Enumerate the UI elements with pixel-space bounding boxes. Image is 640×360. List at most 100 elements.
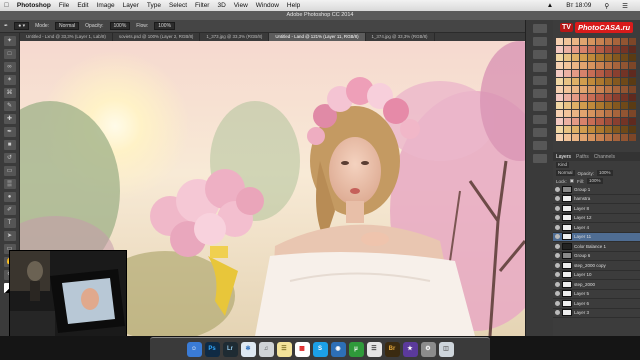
lock-icon[interactable]: ▣ [570, 178, 574, 184]
visibility-eye-icon[interactable] [555, 253, 560, 259]
layer-kind-select[interactable]: Kind [556, 162, 570, 168]
menu-filter[interactable]: Filter [195, 2, 209, 9]
swatch[interactable] [612, 78, 620, 85]
swatch[interactable] [612, 126, 620, 133]
swatch[interactable] [572, 70, 580, 77]
opacity-input[interactable]: 100% [109, 22, 131, 30]
swatch[interactable] [580, 102, 588, 109]
swatch[interactable] [556, 102, 564, 109]
swatch[interactable] [620, 86, 628, 93]
visibility-eye-icon[interactable] [555, 243, 560, 249]
visibility-eye-icon[interactable] [555, 300, 560, 306]
swatch[interactable] [564, 78, 572, 85]
swatch[interactable] [572, 102, 580, 109]
swatch[interactable] [580, 110, 588, 117]
tab-channels[interactable]: Channels [594, 154, 615, 160]
swatch[interactable] [564, 86, 572, 93]
swatch[interactable] [556, 94, 564, 101]
swatch[interactable] [572, 110, 580, 117]
visibility-eye-icon[interactable] [555, 262, 560, 268]
swatch[interactable] [572, 94, 580, 101]
swatch[interactable] [604, 54, 612, 61]
menu-view[interactable]: View [234, 2, 248, 9]
clone-source-icon[interactable] [532, 63, 547, 72]
layer-row[interactable]: Layer 4 [553, 223, 640, 233]
swatch[interactable] [564, 118, 572, 125]
notes-icon[interactable]: ☰ [276, 341, 292, 357]
type-tool-icon[interactable]: T [3, 218, 16, 228]
flow-input[interactable]: 100% [154, 22, 176, 30]
layer-row[interactable]: hamstra [553, 195, 640, 204]
swatch[interactable] [620, 78, 628, 85]
swatch[interactable] [620, 110, 628, 117]
styles-panel-icon[interactable] [532, 115, 547, 124]
visibility-eye-icon[interactable] [555, 215, 560, 221]
navigator-panel-icon[interactable] [532, 154, 547, 163]
move-tool-icon[interactable]: ✦ [3, 36, 16, 46]
swatch[interactable] [612, 46, 620, 53]
swatch[interactable] [556, 134, 564, 141]
search-icon[interactable]: ⚲ [604, 2, 609, 10]
character-panel-icon[interactable] [532, 76, 547, 85]
visibility-eye-icon[interactable] [555, 196, 560, 202]
layer-row[interactable]: Layer 5 [553, 290, 640, 299]
layer-row[interactable]: Group 1 [553, 185, 640, 195]
layer-row[interactable]: Group 6 [553, 252, 640, 261]
swatch[interactable] [628, 118, 636, 125]
swatch[interactable] [620, 134, 628, 141]
crop-tool-icon[interactable]: ⌘ [3, 88, 16, 98]
swatch[interactable] [612, 86, 620, 93]
swatch[interactable] [588, 94, 596, 101]
swatch[interactable] [564, 94, 572, 101]
clock[interactable]: Вт 18:09 [566, 2, 591, 9]
blend-mode-select[interactable]: Normal [556, 170, 575, 176]
swatch[interactable] [588, 46, 596, 53]
swatch[interactable] [564, 102, 572, 109]
menu-layer[interactable]: Layer [123, 2, 139, 9]
swatch[interactable] [596, 38, 604, 45]
safari-icon[interactable]: ✻ [240, 341, 256, 357]
tab-layers[interactable]: Layers [556, 154, 571, 160]
visibility-eye-icon[interactable] [555, 205, 560, 211]
actions-panel-icon[interactable] [532, 37, 547, 46]
swatch[interactable] [620, 126, 628, 133]
calendar-icon[interactable]: ▩ [294, 341, 310, 357]
visibility-eye-icon[interactable] [555, 186, 560, 192]
swatch[interactable] [572, 78, 580, 85]
apple-icon[interactable]:  [4, 2, 9, 9]
swatch[interactable] [604, 134, 612, 141]
swatch[interactable] [556, 70, 564, 77]
doc-tab-active[interactable]: Untitled - Land @ 121% (Layer 11, RGB/8) [269, 33, 366, 41]
pen-tool-icon[interactable]: ✐ [3, 205, 16, 215]
eraser-tool-icon[interactable]: ▭ [3, 166, 16, 176]
swatch[interactable] [588, 110, 596, 117]
layer-row[interactable]: Layer 3 [553, 309, 640, 318]
layer-row[interactable]: Layer 12 [553, 214, 640, 223]
swatch[interactable] [612, 54, 620, 61]
swatch[interactable] [564, 62, 572, 69]
swatch[interactable] [628, 134, 636, 141]
swatch[interactable] [628, 78, 636, 85]
swatch[interactable] [564, 110, 572, 117]
bridge-icon[interactable]: Br [384, 341, 400, 357]
lightroom-icon[interactable]: Lr [222, 341, 238, 357]
swatch[interactable] [604, 62, 612, 69]
swatch[interactable] [612, 94, 620, 101]
quick-select-tool-icon[interactable]: ✶ [3, 75, 16, 85]
swatch[interactable] [596, 118, 604, 125]
swatch[interactable] [556, 86, 564, 93]
swatch[interactable] [620, 62, 628, 69]
swatch[interactable] [580, 118, 588, 125]
swatch[interactable] [580, 78, 588, 85]
swatch[interactable] [620, 54, 628, 61]
swatch[interactable] [612, 110, 620, 117]
swatch[interactable] [596, 94, 604, 101]
app-store-icon[interactable]: ☰ [366, 341, 382, 357]
swatch[interactable] [612, 134, 620, 141]
layer-row[interactable]: Layer 8 [553, 204, 640, 214]
menu-image[interactable]: Image [97, 2, 115, 9]
path-select-tool-icon[interactable]: ➤ [3, 231, 16, 241]
trash-icon[interactable]: ◫ [438, 341, 454, 357]
photos-icon[interactable]: ◉ [330, 341, 346, 357]
swatch[interactable] [612, 118, 620, 125]
